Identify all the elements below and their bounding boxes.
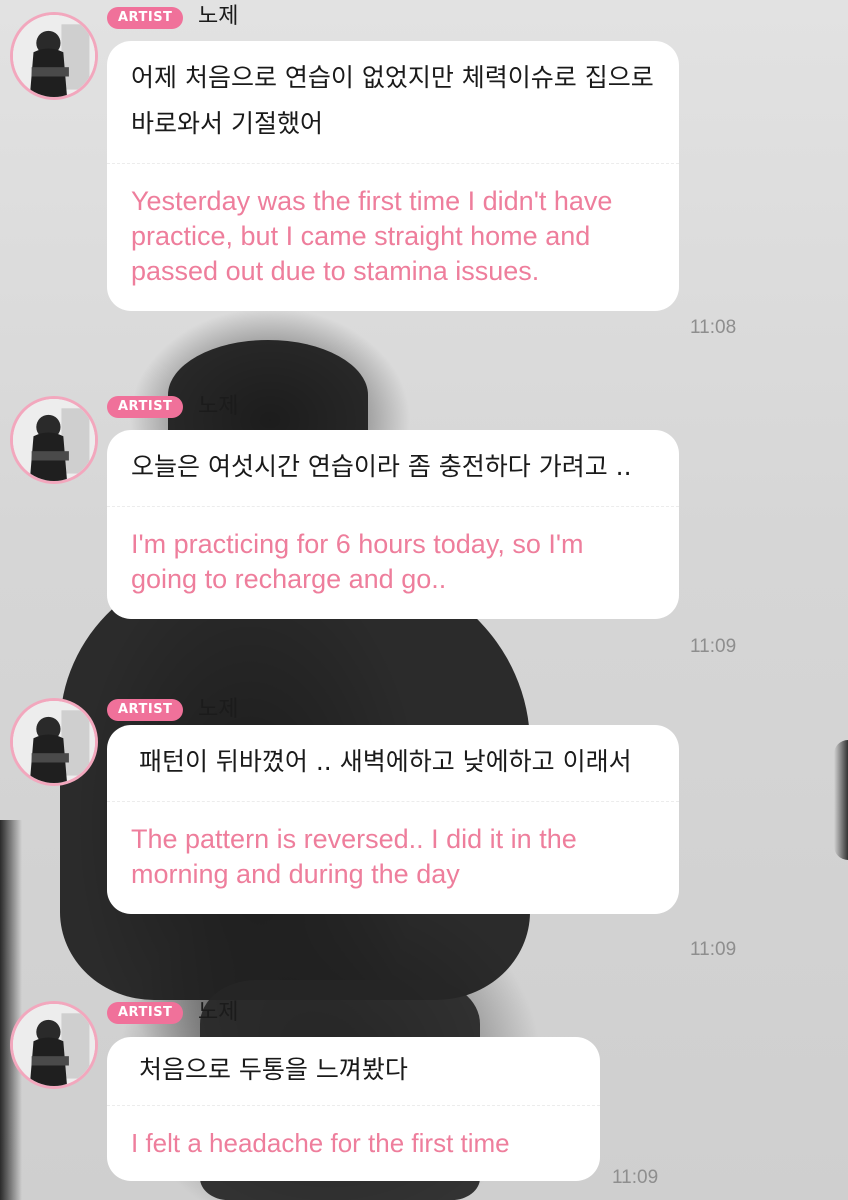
message-timestamp: 11:09	[690, 636, 737, 657]
sender-name: 노제	[198, 4, 239, 29]
translated-english-text: I felt a headache for the first time	[131, 1128, 510, 1158]
sender-name: 노제	[198, 1000, 239, 1025]
message-timestamp: 11:09	[690, 939, 737, 960]
message-bubble[interactable]: 처음으로 두통을 느껴봤다 I felt a headache for the …	[107, 1037, 600, 1181]
translated-english-text: I'm practicing for 6 hours today, so I'm…	[131, 529, 584, 594]
translated-english-text: Yesterday was the first time I didn't ha…	[131, 186, 613, 286]
sender-name: 노제	[198, 697, 239, 722]
sender-avatar[interactable]	[10, 12, 98, 100]
sender-avatar[interactable]	[10, 1001, 98, 1089]
sender-avatar[interactable]	[10, 698, 98, 786]
original-korean-text: 처음으로 두통을 느껴봤다	[131, 1055, 408, 1084]
message-bubble[interactable]: 오늘은 여섯시간 연습이라 좀 충전하다 가려고 .. I'm practici…	[107, 430, 679, 619]
background-left-edge	[0, 820, 22, 1200]
profile-photo-icon	[13, 701, 95, 783]
artist-badge: ARTIST	[107, 396, 184, 418]
artist-badge: ARTIST	[107, 699, 184, 721]
message-bubble[interactable]: 패턴이 뒤바꼈어 .. 새벽에하고 낮에하고 이래서 The pattern i…	[107, 725, 679, 914]
sender-avatar[interactable]	[10, 396, 98, 484]
artist-badge: ARTIST	[107, 1002, 184, 1024]
background-right-edge	[834, 740, 848, 860]
artist-badge: ARTIST	[107, 7, 184, 29]
translated-english-text: The pattern is reversed.. I did it in th…	[131, 824, 577, 889]
original-korean-text: 어제 처음으로 연습이 없었지만 체력이슈로 집으로 바로와서 기절했어	[131, 63, 654, 138]
message-timestamp: 11:09	[612, 1167, 659, 1188]
original-korean-text: 오늘은 여섯시간 연습이라 좀 충전하다 가려고 ..	[131, 452, 632, 481]
profile-photo-icon	[13, 15, 95, 97]
message-timestamp: 11:08	[690, 317, 737, 338]
original-korean-text: 패턴이 뒤바꼈어 .. 새벽에하고 낮에하고 이래서	[131, 747, 632, 776]
profile-photo-icon	[13, 399, 95, 481]
profile-photo-icon	[13, 1004, 95, 1086]
message-bubble[interactable]: 어제 처음으로 연습이 없었지만 체력이슈로 집으로 바로와서 기절했어 Yes…	[107, 41, 679, 311]
sender-name: 노제	[198, 394, 239, 419]
